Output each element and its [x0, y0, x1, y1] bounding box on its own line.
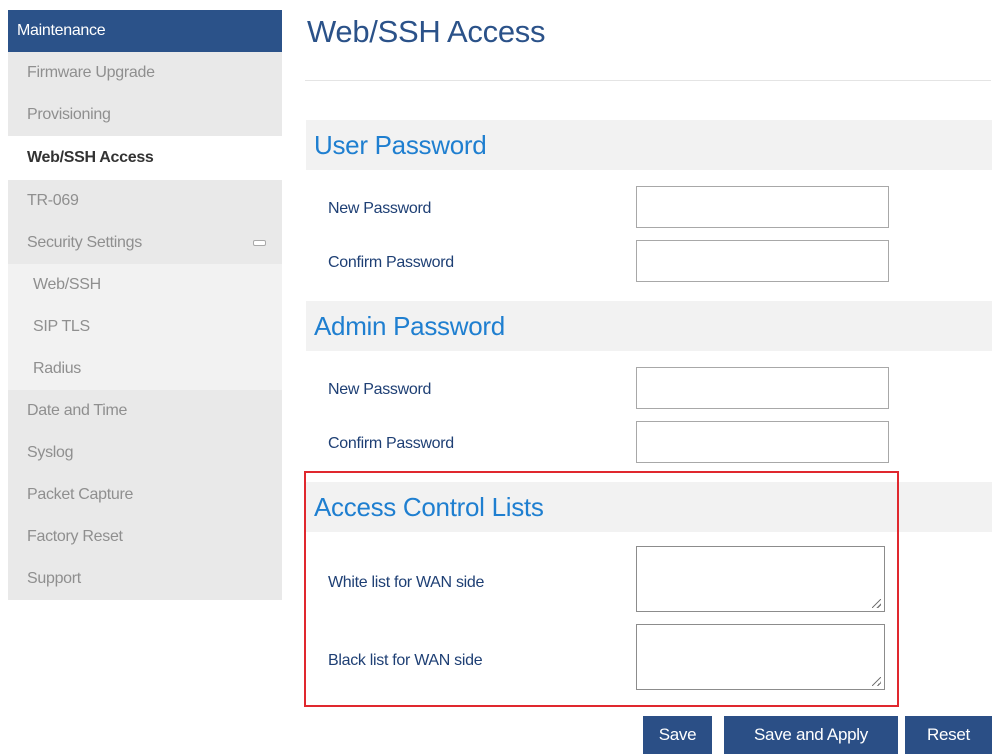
user-confirm-password-input[interactable]: [636, 240, 889, 282]
sidebar-item-label: Syslog: [27, 444, 74, 461]
sidebar-item-label: Web/SSH: [33, 276, 101, 293]
sidebar-item-label: Security Settings: [27, 234, 142, 251]
sidebar-item-provisioning[interactable]: Provisioning: [8, 94, 282, 136]
collapse-icon[interactable]: [253, 240, 266, 246]
sidebar-item-label: SIP TLS: [33, 318, 90, 335]
admin-confirm-password-label: Confirm Password: [328, 435, 454, 452]
sidebar-subitem-radius[interactable]: Radius: [8, 348, 282, 390]
sidebar-item-tr-069[interactable]: TR-069: [8, 180, 282, 222]
sidebar: Maintenance Firmware Upgrade Provisionin…: [8, 10, 282, 600]
user-new-password-label: New Password: [328, 200, 432, 217]
sidebar-item-web-ssh-access[interactable]: Web/SSH Access: [8, 136, 282, 180]
reset-button[interactable]: Reset: [905, 716, 992, 754]
user-confirm-password-label: Confirm Password: [328, 254, 454, 271]
sidebar-header-maintenance[interactable]: Maintenance: [8, 10, 282, 52]
sidebar-item-label: Packet Capture: [27, 486, 134, 503]
sidebar-item-label: Date and Time: [27, 402, 128, 419]
sidebar-item-label: Radius: [33, 360, 82, 377]
sidebar-item-date-and-time[interactable]: Date and Time: [8, 390, 282, 432]
sidebar-item-label: Factory Reset: [27, 528, 123, 545]
acl-highlight-box: [304, 471, 899, 707]
sidebar-subitem-web-ssh[interactable]: Web/SSH: [8, 264, 282, 306]
user-new-password-input[interactable]: [636, 186, 889, 228]
page-title: Web/SSH Access: [307, 14, 546, 49]
sidebar-item-packet-capture[interactable]: Packet Capture: [8, 474, 282, 516]
admin-confirm-password-input[interactable]: [636, 421, 889, 463]
save-and-apply-button[interactable]: Save and Apply: [724, 716, 898, 754]
sidebar-subitem-sip-tls[interactable]: SIP TLS: [8, 306, 282, 348]
title-divider: [305, 80, 991, 81]
sidebar-item-support[interactable]: Support: [8, 558, 282, 600]
sidebar-item-security-settings[interactable]: Security Settings: [8, 222, 282, 264]
page: Maintenance Firmware Upgrade Provisionin…: [0, 0, 997, 754]
sidebar-item-label: Firmware Upgrade: [27, 64, 155, 81]
admin-new-password-label: New Password: [328, 381, 432, 398]
sidebar-item-label: Support: [27, 570, 81, 587]
section-heading-admin-password: Admin Password: [306, 301, 992, 351]
save-button[interactable]: Save: [643, 716, 712, 754]
sidebar-item-label: TR-069: [27, 192, 79, 209]
sidebar-item-syslog[interactable]: Syslog: [8, 432, 282, 474]
sidebar-item-label: Web/SSH Access: [27, 149, 154, 166]
sidebar-item-factory-reset[interactable]: Factory Reset: [8, 516, 282, 558]
sidebar-item-label: Provisioning: [27, 106, 111, 123]
section-heading-user-password: User Password: [306, 120, 992, 170]
sidebar-item-firmware-upgrade[interactable]: Firmware Upgrade: [8, 52, 282, 94]
admin-new-password-input[interactable]: [636, 367, 889, 409]
